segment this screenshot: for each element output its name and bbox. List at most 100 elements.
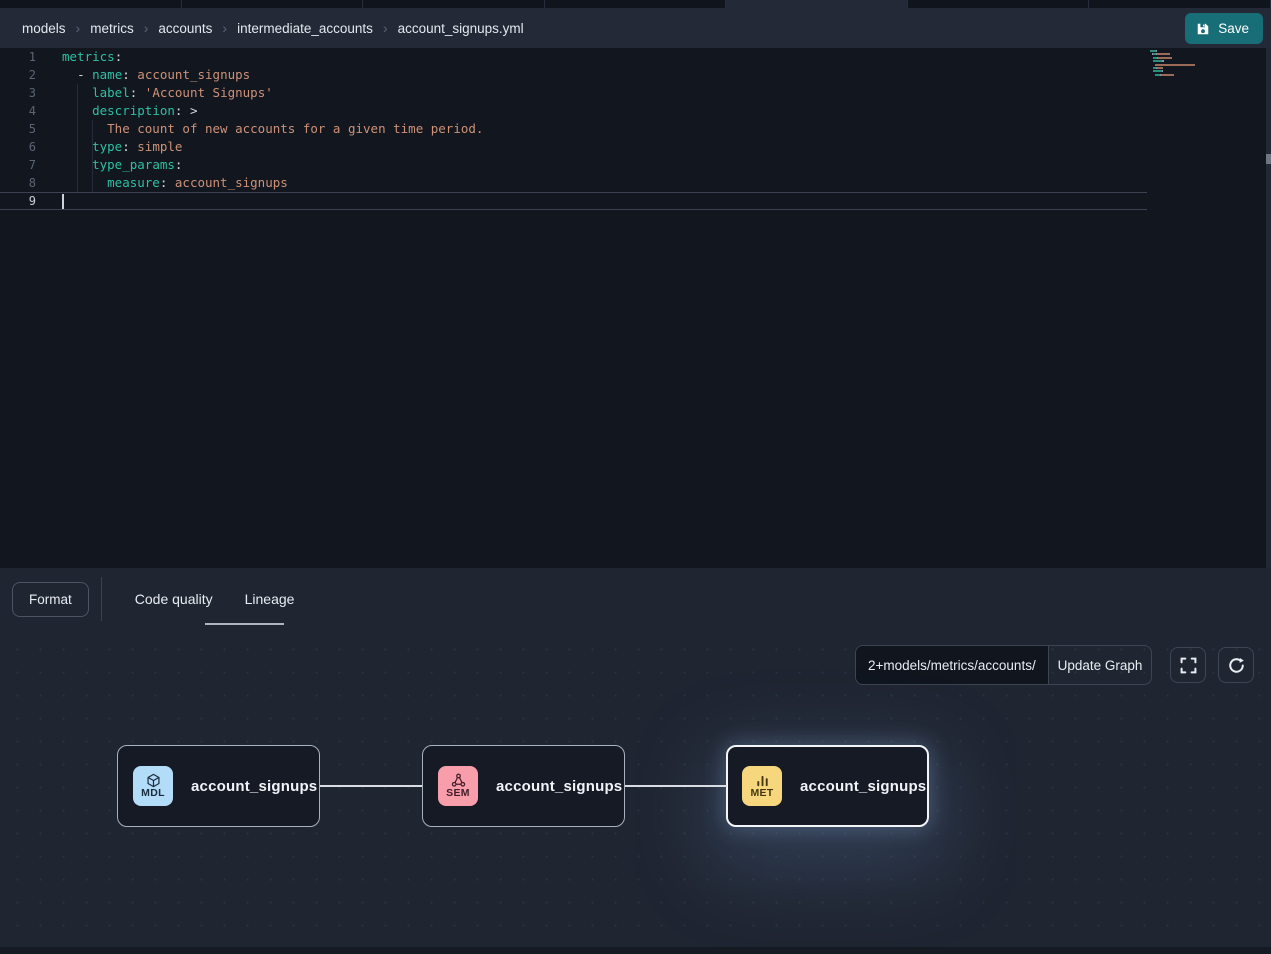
lineage-node-mdl[interactable]: MDL account_signups (117, 745, 320, 827)
minimap-line (1150, 64, 1208, 66)
breadcrumb-separator-icon: › (144, 20, 149, 36)
panel-tab-lineage[interactable]: Lineage (245, 581, 295, 617)
code-line[interactable]: 9 (0, 192, 1147, 210)
code-text (36, 193, 62, 209)
lineage-canvas[interactable]: Update Graph MDLaccount_signupsSEMaccou (0, 630, 1271, 947)
minimap-line (1150, 70, 1208, 72)
semantic-model-icon (451, 773, 466, 788)
ide-window: models › metrics › accounts › intermediate_acc… (0, 0, 1271, 954)
update-graph-button[interactable]: Update Graph (1048, 646, 1151, 684)
code-text: measure: account_signups (36, 174, 288, 192)
node-type-label: SEM (446, 788, 470, 799)
editor-tab-active[interactable] (726, 0, 908, 8)
line-number: 9 (0, 193, 36, 209)
code-text: metrics: (36, 48, 122, 66)
minimap-line (1150, 53, 1208, 55)
node-name-label: account_signups (191, 778, 317, 795)
node-name-label: account_signups (800, 778, 926, 795)
breadcrumb-separator-icon: › (222, 20, 227, 36)
breadcrumb-item[interactable]: models (22, 21, 66, 36)
breadcrumb: models › metrics › accounts › intermediate_acc… (22, 20, 524, 36)
lineage-edge (625, 785, 727, 787)
minimap-line (1150, 57, 1208, 59)
code-line[interactable]: 6 type: simple (0, 138, 1271, 156)
editor-minimap[interactable] (1150, 50, 1208, 81)
code-lines: 1metrics:2 - name: account_signups3 labe… (0, 48, 1271, 210)
editor-tab[interactable] (1089, 0, 1271, 8)
breadcrumb-item[interactable]: accounts (158, 21, 212, 36)
refresh-button[interactable] (1218, 647, 1254, 683)
indent-guide (92, 120, 93, 192)
breadcrumb-item[interactable]: account_signups.yml (398, 21, 524, 36)
active-tab-underline (205, 623, 284, 626)
code-line[interactable]: 8 measure: account_signups (0, 174, 1271, 192)
editor-tab[interactable] (363, 0, 545, 8)
line-number: 1 (0, 48, 36, 66)
breadcrumb-item[interactable]: metrics (90, 21, 134, 36)
breadcrumb-item[interactable]: intermediate_accounts (237, 21, 373, 36)
minimap-line (1150, 74, 1208, 76)
minimap-line (1150, 77, 1208, 79)
minimap-line (1150, 50, 1208, 52)
lineage-node-sem[interactable]: SEM account_signups (422, 745, 625, 827)
code-text: The count of new accounts for a given ti… (36, 120, 483, 138)
editor-scrollbar[interactable] (1266, 48, 1271, 568)
code-text: - name: account_signups (36, 66, 250, 84)
save-icon (1196, 22, 1210, 36)
panel-tabs: Code quality Lineage (135, 581, 295, 617)
refresh-icon (1228, 657, 1245, 674)
code-text: description: > (36, 102, 198, 120)
line-number: 3 (0, 84, 36, 102)
node-type-label: MDL (141, 788, 165, 799)
node-name-label: account_signups (496, 778, 622, 795)
indent-guide (77, 84, 78, 192)
node-type-badge: SEM (438, 766, 478, 806)
node-type-badge: MDL (133, 766, 173, 806)
node-type-badge: MET (742, 766, 782, 806)
header-divider (101, 577, 102, 621)
format-button[interactable]: Format (12, 582, 89, 617)
code-line[interactable]: 3 label: 'Account Signups' (0, 84, 1271, 102)
fullscreen-icon (1180, 657, 1197, 674)
editor-scrollbar-thumb[interactable] (1266, 154, 1271, 164)
lineage-selector-group: Update Graph (855, 645, 1152, 685)
code-line[interactable]: 5 The count of new accounts for a given … (0, 120, 1271, 138)
lineage-edge (320, 785, 422, 787)
line-number: 7 (0, 156, 36, 174)
code-line[interactable]: 7 type_params: (0, 156, 1271, 174)
save-button[interactable]: Save (1185, 13, 1263, 44)
line-number: 4 (0, 102, 36, 120)
lineage-node-met[interactable]: MET account_signups (726, 745, 929, 827)
code-line[interactable]: 1metrics: (0, 48, 1271, 66)
breadcrumb-separator-icon: › (76, 20, 81, 36)
editor-tab[interactable] (0, 0, 182, 8)
metric-chart-icon (755, 773, 770, 788)
panel-bottom-strip (0, 947, 1271, 954)
node-type-label: MET (750, 788, 773, 799)
editor-tab[interactable] (182, 0, 364, 8)
lineage-selector-input[interactable] (856, 646, 1048, 684)
minimap-line (1150, 60, 1208, 62)
code-text: type_params: (36, 156, 182, 174)
line-number: 8 (0, 174, 36, 192)
save-button-label: Save (1218, 21, 1249, 36)
code-line[interactable]: 2 - name: account_signups (0, 66, 1271, 84)
line-number: 2 (0, 66, 36, 84)
editor-tab[interactable] (545, 0, 727, 8)
line-number: 6 (0, 138, 36, 156)
panel-tab-code-quality[interactable]: Code quality (135, 581, 213, 617)
breadcrumb-separator-icon: › (383, 20, 388, 36)
code-line[interactable]: 4 description: > (0, 102, 1271, 120)
code-text: label: 'Account Signups' (36, 84, 273, 102)
line-number: 5 (0, 120, 36, 138)
code-text: type: simple (36, 138, 182, 156)
fullscreen-button[interactable] (1170, 647, 1206, 683)
bottom-panel: Format Code quality Lineage Update Graph (0, 568, 1271, 954)
bottom-panel-header: Format Code quality Lineage (0, 568, 1271, 630)
yaml-code-editor[interactable]: 1metrics:2 - name: account_signups3 labe… (0, 48, 1271, 568)
model-cube-icon (146, 773, 161, 788)
editor-tab[interactable] (908, 0, 1090, 8)
text-cursor (62, 194, 64, 209)
minimap-line (1150, 67, 1208, 69)
editor-tab-strip (0, 0, 1271, 8)
